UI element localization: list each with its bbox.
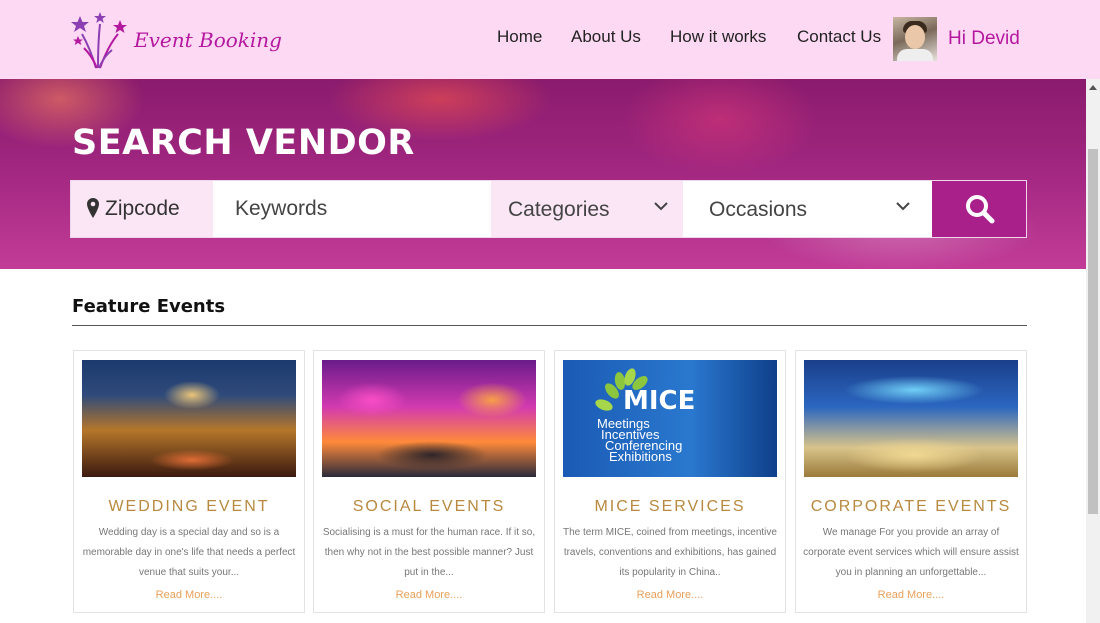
wedding-venue-photo[interactable] (82, 360, 296, 477)
leaf-icon (593, 397, 615, 413)
read-more-link[interactable]: Read More.... (74, 589, 304, 601)
scrollbar-thumb[interactable] (1088, 149, 1098, 514)
section-title: Feature Events (72, 296, 226, 317)
hero-banner: SEARCH VENDOR (0, 79, 1086, 269)
hero-title: SEARCH VENDOR (72, 123, 415, 163)
corporate-hall-photo[interactable] (804, 360, 1018, 477)
site-header: Event Booking Home About Us How it works… (0, 0, 1100, 79)
chevron-down-icon (896, 202, 910, 211)
categories-select[interactable]: Categories (491, 181, 683, 237)
fireworks-icon (71, 12, 127, 69)
chevron-down-icon (654, 202, 668, 211)
mice-banner-photo[interactable]: MICE Meetings Incentives Conferencing Ex… (563, 360, 777, 477)
card-description: We manage For you provide an array of co… (803, 527, 1019, 578)
mice-line: Exhibitions (609, 449, 672, 464)
zipcode-field[interactable]: Zipcode (71, 181, 213, 237)
categories-label: Categories (508, 198, 610, 221)
card-title: MICE SERVICES (594, 498, 746, 515)
card-description: Socialising is a must for the human race… (322, 527, 536, 578)
occasions-select[interactable]: Occasions (683, 181, 932, 237)
nav-contact-us[interactable]: Contact Us (797, 27, 881, 47)
card-description: Wedding day is a special day and so is a… (82, 527, 296, 578)
search-icon (966, 195, 995, 224)
card-title: WEDDING EVENT (108, 498, 270, 515)
nav-home[interactable]: Home (497, 27, 542, 47)
event-card-corporate: CORPORATE EVENTS We manage For you provi… (795, 350, 1027, 613)
card-title: SOCIAL EVENTS (352, 498, 506, 515)
user-avatar[interactable] (893, 17, 937, 61)
card-title: CORPORATE EVENTS (810, 498, 1012, 515)
vendor-search-bar: Zipcode Categories Occasions (70, 180, 1027, 238)
keywords-input[interactable] (213, 181, 491, 237)
map-pin-icon (87, 198, 99, 218)
nav-how-it-works[interactable]: How it works (670, 27, 766, 47)
social-party-photo[interactable] (322, 360, 536, 477)
scroll-up-arrow-icon[interactable] (1089, 85, 1097, 90)
event-card-mice: MICE Meetings Incentives Conferencing Ex… (554, 350, 786, 613)
read-more-link[interactable]: Read More.... (314, 589, 544, 601)
mice-subtext: Meetings Incentives Conferencing Exhibit… (597, 417, 682, 464)
section-divider (72, 325, 1027, 326)
event-card-wedding: WEDDING EVENT Wedding day is a special d… (73, 350, 305, 613)
mice-headline: MICE (623, 386, 696, 416)
brand-name: Event Booking (134, 28, 282, 52)
occasions-label: Occasions (709, 198, 808, 221)
brand-logo[interactable]: Event Booking (70, 12, 282, 70)
search-button[interactable] (932, 181, 1026, 237)
avatar-shirt (897, 49, 933, 61)
zipcode-label: Zipcode (105, 197, 180, 220)
card-description: The term MICE, coined from meetings, inc… (563, 527, 777, 578)
read-more-link[interactable]: Read More.... (796, 589, 1026, 601)
event-card-social: SOCIAL EVENTS Socialising is a must for … (313, 350, 545, 613)
nav-about-us[interactable]: About Us (571, 27, 641, 47)
avatar-face (905, 25, 925, 49)
page-scrollbar[interactable] (1086, 79, 1100, 623)
read-more-link[interactable]: Read More.... (555, 589, 785, 601)
user-greeting[interactable]: Hi Devid (948, 28, 1020, 50)
